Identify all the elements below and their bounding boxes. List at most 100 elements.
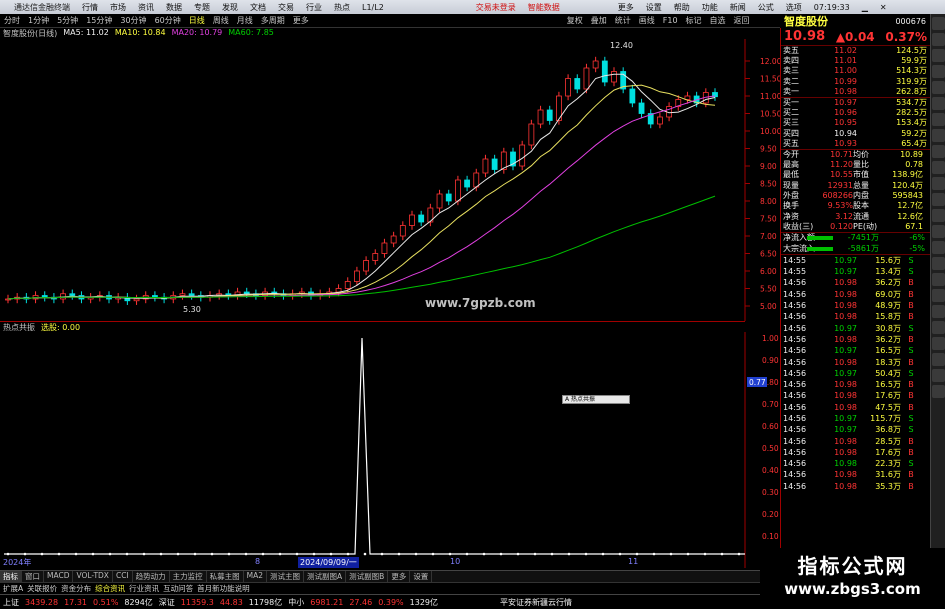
period-multi[interactable]: 多周期 [257, 15, 289, 26]
tick-row[interactable]: 14:56 10.98 17.6万 B [781, 447, 930, 458]
tick-row[interactable]: 14:56 10.98 31.6万 B [781, 469, 930, 480]
menu-industry[interactable]: 行业 [300, 2, 328, 13]
indicator-tab[interactable]: MA2 [244, 571, 268, 582]
tick-row[interactable]: 14:55 10.97 15.6万 S [781, 255, 930, 266]
menu-more[interactable]: 更多 [612, 2, 640, 13]
tick-row[interactable]: 14:56 10.98 48.9万 B [781, 300, 930, 311]
tick-row[interactable]: 14:56 10.97 16.5万 S [781, 345, 930, 356]
indicator-tab[interactable]: 窗口 [22, 571, 44, 582]
menu-news[interactable]: 资讯 [132, 2, 160, 13]
tick-row[interactable]: 14:56 10.98 16.5万 B [781, 379, 930, 390]
menu-options[interactable]: 选项 [780, 2, 808, 13]
tick-row[interactable]: 14:55 10.97 13.4万 S [781, 266, 930, 277]
indicator-tab[interactable]: 测试副图B [346, 571, 389, 582]
indicator-tab[interactable]: 设置 [410, 571, 433, 582]
indicator-tab[interactable]: 主力监控 [170, 571, 207, 582]
indicator-tab[interactable]: 私募主图 [207, 571, 244, 582]
sidebar-tool-icon[interactable] [932, 161, 945, 174]
sidebar-tool-icon[interactable] [932, 145, 945, 158]
candlestick-chart[interactable]: 12.00 11.50 11.00 10.50 10.00 9.50 9.00 8.50 8.0… [0, 39, 780, 321]
info-tab[interactable]: 行业资讯 [129, 583, 159, 594]
minimize-icon[interactable]: ▁ [856, 3, 874, 12]
sidebar-tool-icon[interactable] [932, 177, 945, 190]
menu-data[interactable]: 数据 [160, 2, 188, 13]
menu-new[interactable]: 新闻 [724, 2, 752, 13]
indicator-tab[interactable]: 指标 [0, 571, 22, 582]
menu-docs[interactable]: 文档 [244, 2, 272, 13]
sidebar-tool-icon[interactable] [932, 337, 945, 350]
tool-watchlist[interactable]: 自选 [706, 15, 730, 26]
indicator-tab[interactable]: 趋势动力 [133, 571, 170, 582]
tick-row[interactable]: 14:56 10.98 47.5万 B [781, 402, 930, 413]
indicator-chart[interactable]: 1.000.900.800.700.600.500.400.300.200.10… [0, 332, 780, 568]
menu-market[interactable]: 市场 [104, 2, 132, 13]
sidebar-tool-icon[interactable] [932, 369, 945, 382]
tool-draw[interactable]: 画线 [635, 15, 659, 26]
popup-label[interactable]: A 热点共振 [562, 395, 630, 404]
period-1min[interactable]: 1分钟 [24, 15, 53, 26]
period-day[interactable]: 日线 [185, 15, 209, 26]
sidebar-tool-icon[interactable] [932, 17, 945, 30]
tool-f10[interactable]: F10 [659, 16, 682, 25]
indicator-tab[interactable]: MACD [44, 571, 74, 582]
indicator-tab[interactable]: 更多 [388, 571, 411, 582]
tick-row[interactable]: 14:56 10.97 36.8万 S [781, 424, 930, 435]
sidebar-tool-icon[interactable] [932, 65, 945, 78]
tick-row[interactable]: 14:56 10.98 15.8万 B [781, 311, 930, 322]
sidebar-tool-icon[interactable] [932, 193, 945, 206]
menu-function[interactable]: 功能 [696, 2, 724, 13]
menu-help[interactable]: 帮助 [668, 2, 696, 13]
info-tab[interactable]: 互动问答 [163, 583, 193, 594]
menu-level[interactable]: L1/L2 [356, 3, 390, 12]
sidebar-tool-icon[interactable] [932, 241, 945, 254]
indicator-tab[interactable]: 测试副图A [304, 571, 347, 582]
sidebar-tool-icon[interactable] [932, 33, 945, 46]
tick-row[interactable]: 14:56 10.97 30.8万 S [781, 323, 930, 334]
sidebar-tool-icon[interactable] [932, 273, 945, 286]
tick-row[interactable]: 14:56 10.98 18.3万 B [781, 357, 930, 368]
sidebar-tool-icon[interactable] [932, 209, 945, 222]
info-tab[interactable]: 关联报价 [27, 583, 57, 594]
tick-row[interactable]: 14:56 10.98 35.3万 B [781, 481, 930, 492]
tick-row[interactable]: 14:56 10.98 36.2万 B [781, 277, 930, 288]
sidebar-tool-icon[interactable] [932, 305, 945, 318]
tool-overlay[interactable]: 叠加 [587, 15, 611, 26]
info-tab[interactable]: 综合资讯 [95, 583, 125, 594]
tick-row[interactable]: 14:56 10.98 28.5万 B [781, 436, 930, 447]
info-tab[interactable]: 首月新功能说明 [197, 583, 250, 594]
server-info[interactable]: 平安证券新疆云行情 [500, 597, 572, 608]
info-tab[interactable]: 资金分布 [61, 583, 91, 594]
menu-trade[interactable]: 交易 [272, 2, 300, 13]
tool-stats[interactable]: 统计 [611, 15, 635, 26]
trade-login-link[interactable]: 交易未登录 [470, 2, 522, 13]
menu-settings[interactable]: 设置 [640, 2, 668, 13]
period-5min[interactable]: 5分钟 [53, 15, 82, 26]
tool-back[interactable]: 返回 [730, 15, 754, 26]
menu-topic[interactable]: 专题 [188, 2, 216, 13]
sidebar-tool-icon[interactable] [932, 97, 945, 110]
tick-row[interactable]: 14:56 10.97 50.4万 S [781, 368, 930, 379]
sidebar-tool-icon[interactable] [932, 289, 945, 302]
sidebar-tool-icon[interactable] [932, 385, 945, 398]
menu-hot[interactable]: 热点 [328, 2, 356, 13]
period-month[interactable]: 月线 [233, 15, 257, 26]
period-30min[interactable]: 30分钟 [116, 15, 150, 26]
period-week[interactable]: 周线 [209, 15, 233, 26]
period-tick[interactable]: 分时 [0, 15, 24, 26]
menu-discover[interactable]: 发现 [216, 2, 244, 13]
tool-mark[interactable]: 标记 [682, 15, 706, 26]
tick-row[interactable]: 14:56 10.98 17.6万 B [781, 390, 930, 401]
tick-row[interactable]: 14:56 10.98 69.0万 B [781, 289, 930, 300]
smart-data-link[interactable]: 智能数据 [522, 2, 566, 13]
tool-restore[interactable]: 复权 [563, 15, 587, 26]
indicator-tab[interactable]: VOL-TDX [73, 571, 113, 582]
close-icon[interactable]: ✕ [874, 3, 893, 12]
sidebar-tool-icon[interactable] [932, 225, 945, 238]
sidebar-tool-icon[interactable] [932, 257, 945, 270]
sidebar-tool-icon[interactable] [932, 129, 945, 142]
period-15min[interactable]: 15分钟 [82, 15, 116, 26]
menu-formula[interactable]: 公式 [752, 2, 780, 13]
sidebar-tool-icon[interactable] [932, 49, 945, 62]
sidebar-tool-icon[interactable] [932, 321, 945, 334]
period-more[interactable]: 更多 [289, 15, 313, 26]
